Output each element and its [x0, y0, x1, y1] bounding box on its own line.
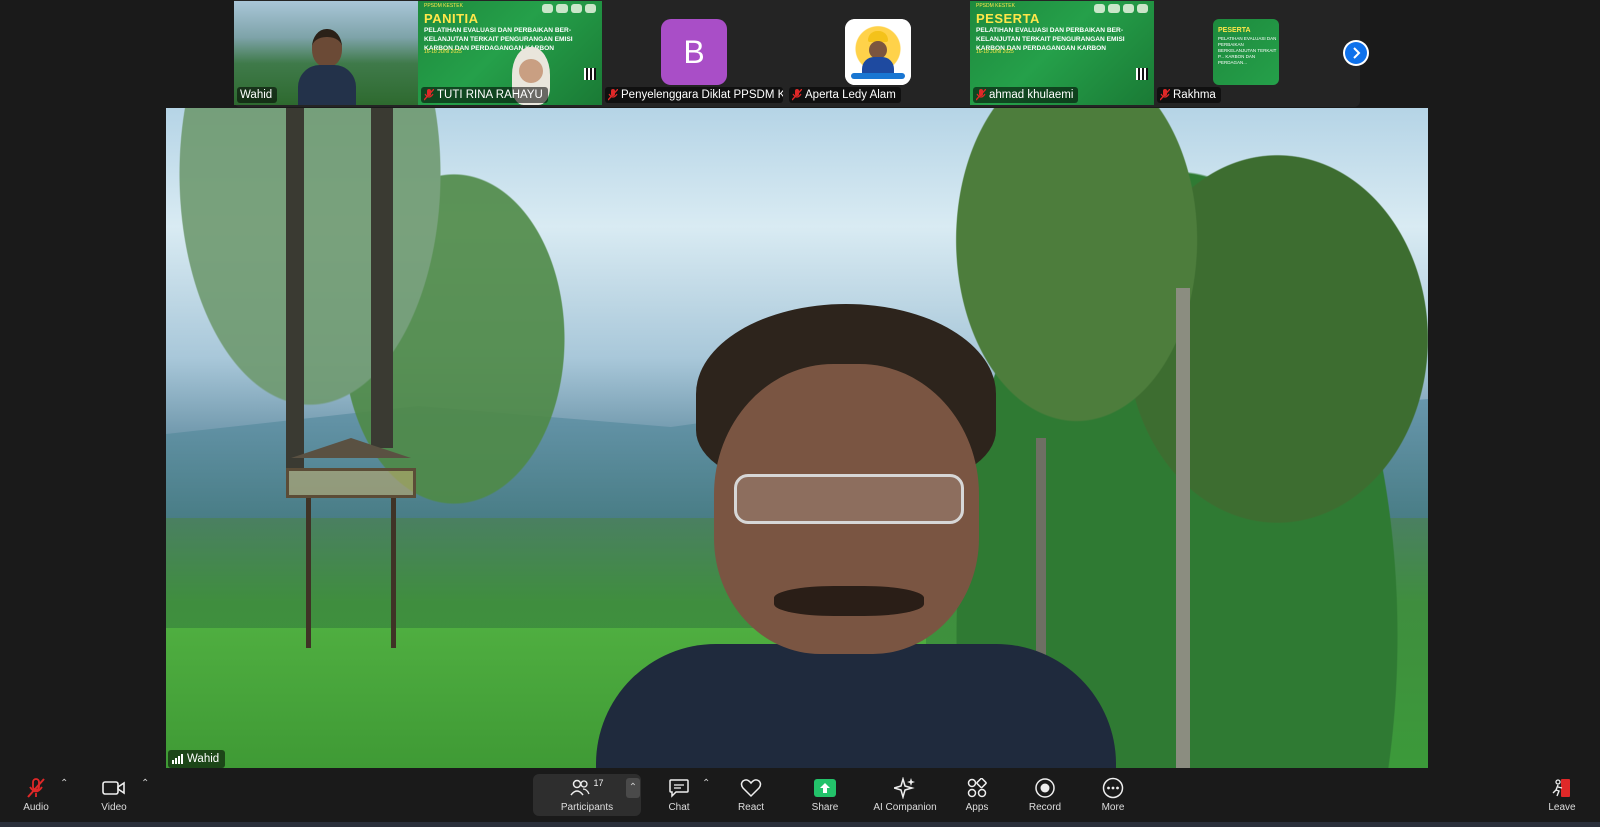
camera-icon	[102, 776, 126, 800]
muted-mic-icon	[608, 89, 618, 101]
participant-name: ahmad khulaemi	[973, 87, 1079, 103]
speaker-name-label: Wahid	[168, 750, 226, 768]
participant-name: Wahid	[237, 87, 278, 103]
avatar	[845, 19, 911, 85]
participants-count: 17	[593, 778, 604, 788]
sparkle-icon	[894, 776, 916, 800]
muted-mic-icon	[976, 89, 986, 101]
chevron-right-icon	[1345, 42, 1367, 64]
qr-code-icon	[584, 68, 596, 80]
chat-button[interactable]: Chat	[661, 770, 697, 822]
participant-name: Rakhma	[1157, 87, 1221, 103]
thumbnail-penyelenggara[interactable]: B Penyelenggara Diklat PPSDM KE...	[602, 1, 786, 105]
muted-mic-icon	[25, 776, 47, 800]
qr-code-icon	[1136, 68, 1148, 80]
signal-strength-icon	[172, 754, 183, 764]
sponsor-logos	[542, 4, 596, 13]
speaker-person	[596, 304, 1116, 768]
chat-options-caret[interactable]: ⌃	[702, 778, 710, 789]
apps-icon	[967, 776, 987, 800]
thumbnail-rakhma[interactable]: PESERTA PELATIHAN EVALUASI DAN PERBAIKAN…	[1154, 1, 1338, 105]
thumbnail-aperta[interactable]: Aperta Ledy Alam	[786, 1, 970, 105]
apps-button[interactable]: Apps	[960, 770, 994, 822]
video-options-caret[interactable]: ⌃	[141, 778, 149, 789]
participant-name: TUTI RINA RAHAYU	[421, 87, 548, 103]
participants-button[interactable]: 17 Participants	[550, 770, 624, 822]
leave-button[interactable]: Leave	[1546, 770, 1578, 822]
chat-icon	[668, 776, 690, 800]
thumbnail-ahmad[interactable]: PPSDM KESTEK PESERTA PELATIHAN EVALUASI …	[970, 1, 1154, 105]
treehouse	[276, 438, 426, 648]
participants-icon: 17	[570, 776, 604, 800]
participant-name: Aperta Ledy Alam	[789, 87, 901, 103]
record-button[interactable]: Record	[1025, 770, 1065, 822]
ai-companion-button[interactable]: AI Companion	[870, 770, 940, 822]
leave-icon	[1551, 776, 1573, 800]
thumbnail-strip: Wahid PPSDM KESTEK PANITIA PELATIHAN EVA…	[234, 0, 1360, 107]
participant-video	[298, 29, 356, 105]
muted-mic-icon	[792, 89, 802, 101]
thumbnail-tuti[interactable]: PPSDM KESTEK PANITIA PELATIHAN EVALUASI …	[418, 1, 602, 105]
share-screen-icon	[814, 776, 836, 800]
next-page-button[interactable]	[1343, 40, 1369, 66]
record-icon	[1034, 776, 1056, 800]
audio-button[interactable]: Audio	[18, 770, 54, 822]
video-button[interactable]: Video	[96, 770, 132, 822]
thumbnail-wahid[interactable]: Wahid	[234, 1, 418, 105]
muted-mic-icon	[1160, 89, 1170, 101]
muted-mic-icon	[424, 89, 434, 101]
avatar: PESERTA PELATIHAN EVALUASI DAN PERBAIKAN…	[1213, 19, 1279, 85]
sponsor-logos	[1094, 4, 1148, 13]
more-button[interactable]: More	[1095, 770, 1131, 822]
participant-name: Penyelenggara Diklat PPSDM KE...	[605, 87, 783, 103]
speaker-video[interactable]: Wahid	[166, 108, 1428, 768]
heart-icon	[740, 776, 762, 800]
taskbar-edge	[0, 822, 1600, 827]
share-button[interactable]: Share	[807, 770, 843, 822]
meeting-toolbar: Audio ⌃ Video ⌃ 17 Participants ⌃ Chat ⌃…	[0, 770, 1600, 822]
audio-options-caret[interactable]: ⌃	[60, 778, 68, 789]
participants-options-caret[interactable]: ⌃	[626, 778, 640, 798]
react-button[interactable]: React	[734, 770, 768, 822]
more-icon	[1102, 776, 1124, 800]
avatar: B	[661, 19, 727, 85]
